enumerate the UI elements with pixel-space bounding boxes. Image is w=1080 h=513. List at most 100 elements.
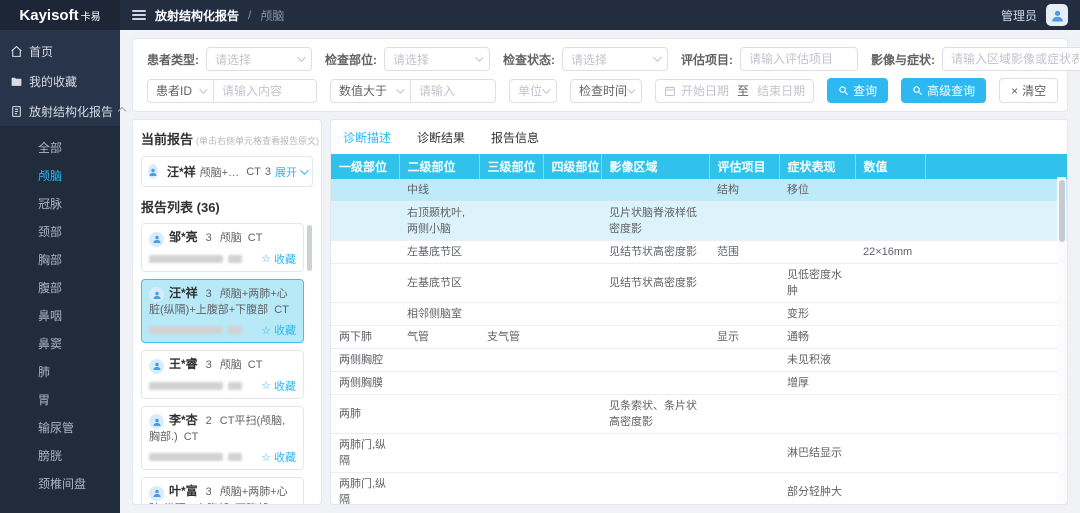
filter-select-0[interactable]: 请选择 (206, 47, 312, 71)
table-cell[interactable] (399, 372, 479, 395)
breadcrumb-root[interactable]: 放射结构化报告 (155, 7, 239, 24)
table-cell[interactable] (601, 179, 709, 202)
table-cell[interactable] (543, 372, 601, 395)
value-input[interactable] (419, 84, 487, 98)
sidebar-subitem-11[interactable]: 膀胱 (0, 442, 120, 470)
table-cell[interactable]: 移位 (779, 179, 855, 202)
table-cell[interactable] (331, 264, 399, 303)
table-cell[interactable] (479, 241, 543, 264)
report-list-item[interactable]: 汪*祥3颅脑+两肺+心脏(纵隔)+上腹部+下腹部CT☆收藏 (141, 279, 304, 344)
table-cell[interactable] (479, 264, 543, 303)
table-cell[interactable] (601, 473, 709, 505)
table-row[interactable]: 两肺见条索状、条片状高密度影 (331, 395, 1067, 434)
table-cell[interactable] (399, 395, 479, 434)
favorite-button[interactable]: ☆收藏 (261, 251, 296, 267)
table-cell[interactable] (331, 202, 399, 241)
table-cell[interactable]: 结构 (709, 179, 779, 202)
table-cell[interactable] (601, 434, 709, 473)
table-cell[interactable]: 两肺门,纵隔 (331, 434, 399, 473)
table-row[interactable]: 两肺门,纵隔 淋巴结显示 (331, 434, 1067, 473)
advanced-search-button[interactable]: 高级查询 (901, 78, 986, 103)
table-row[interactable]: 两侧胸膜增厚 (331, 372, 1067, 395)
table-cell[interactable] (543, 202, 601, 241)
table-cell[interactable]: 增厚 (779, 372, 855, 395)
table-cell[interactable] (855, 434, 925, 473)
table-cell[interactable]: 支气管 (479, 326, 543, 349)
user-avatar[interactable] (1046, 4, 1068, 26)
table-cell[interactable] (479, 434, 543, 473)
table-cell[interactable] (855, 303, 925, 326)
table-cell[interactable] (479, 179, 543, 202)
filter-input-3[interactable] (749, 52, 849, 66)
patient-id-input[interactable] (222, 84, 308, 98)
unit-select[interactable]: 单位 (509, 79, 557, 103)
table-cell[interactable] (479, 473, 543, 505)
table-cell[interactable]: 淋巴结显示 (779, 434, 855, 473)
table-row[interactable]: 左基底节区见结节状高密度影见低密度水肿 (331, 264, 1067, 303)
table-cell[interactable] (709, 434, 779, 473)
table-cell[interactable]: 见结节状高密度影 (601, 264, 709, 303)
table-cell[interactable] (709, 349, 779, 372)
table-cell[interactable] (855, 349, 925, 372)
table-cell[interactable]: 通畅 (779, 326, 855, 349)
value-compare-select[interactable]: 数值大于 (331, 80, 411, 102)
report-list-item[interactable]: 李*杏2CT平扫(颅脑,胸部.)CT☆收藏 (141, 406, 304, 471)
table-cell[interactable] (855, 202, 925, 241)
favorite-button[interactable]: ☆收藏 (261, 322, 296, 338)
date-range-picker[interactable]: 开始日期 至 结束日期 (655, 79, 814, 103)
table-cell[interactable] (543, 179, 601, 202)
filter-select-1[interactable]: 请选择 (384, 47, 490, 71)
table-row[interactable]: 相邻侧脑室变形 (331, 303, 1067, 326)
table-cell[interactable] (709, 395, 779, 434)
filter-select-2[interactable]: 请选择 (562, 47, 668, 71)
table-cell[interactable] (479, 372, 543, 395)
favorite-button[interactable]: ☆收藏 (261, 378, 296, 394)
table-cell[interactable] (855, 395, 925, 434)
table-cell[interactable]: 见片状脑脊液样低密度影 (601, 202, 709, 241)
sidebar-subitem-12[interactable]: 颈椎间盘 (0, 470, 120, 498)
table-cell[interactable] (709, 372, 779, 395)
sidebar-subitem-0[interactable]: 全部 (0, 134, 120, 162)
tab-0[interactable]: 诊断描述 (343, 129, 391, 146)
scrollbar-thumb[interactable] (307, 225, 312, 271)
tab-1[interactable]: 诊断结果 (417, 129, 465, 146)
table-row[interactable]: 两下肺气管支气管显示通畅 (331, 326, 1067, 349)
table-cell[interactable]: 范围 (709, 241, 779, 264)
table-cell[interactable]: 相邻侧脑室 (399, 303, 479, 326)
table-cell[interactable]: 气管 (399, 326, 479, 349)
table-cell[interactable] (399, 434, 479, 473)
table-cell[interactable] (601, 303, 709, 326)
favorite-button[interactable]: ☆收藏 (261, 449, 296, 465)
table-row[interactable]: 左基底节区见结节状高密度影范围22×16mm (331, 241, 1067, 264)
table-cell[interactable]: 部分轻肿大 (779, 473, 855, 505)
table-cell[interactable] (709, 303, 779, 326)
table-cell[interactable] (855, 473, 925, 505)
table-cell[interactable] (601, 372, 709, 395)
app-logo[interactable]: Kayisoft 卡易 (0, 0, 120, 30)
table-cell[interactable] (543, 349, 601, 372)
table-cell[interactable] (709, 202, 779, 241)
table-cell[interactable]: 22×16mm (855, 241, 925, 264)
table-cell[interactable] (543, 326, 601, 349)
table-cell[interactable] (709, 473, 779, 505)
report-list-item[interactable]: 王*睿3颅脑CT☆收藏 (141, 350, 304, 399)
table-cell[interactable] (479, 395, 543, 434)
table-cell[interactable] (543, 303, 601, 326)
table-cell[interactable] (543, 241, 601, 264)
table-cell[interactable] (779, 395, 855, 434)
sidebar-subitem-8[interactable]: 肺 (0, 358, 120, 386)
sidebar-subitem-1[interactable]: 颅脑 (0, 162, 120, 190)
table-cell[interactable] (331, 179, 399, 202)
sidebar-item-home[interactable]: 首页 (0, 36, 120, 66)
table-cell[interactable] (779, 241, 855, 264)
sidebar-subitem-4[interactable]: 胸部 (0, 246, 120, 274)
table-cell[interactable] (331, 303, 399, 326)
table-row[interactable]: 右顶颞枕叶,两侧小脑见片状脑脊液样低密度影 (331, 202, 1067, 241)
scrollbar-thumb[interactable] (1059, 180, 1065, 242)
sidebar-subitem-3[interactable]: 颈部 (0, 218, 120, 246)
table-cell[interactable]: 两肺门,纵隔 (331, 473, 399, 505)
current-report-card[interactable]: 汪*祥 颅脑+两肺+心... CT 3 展开 (141, 156, 313, 187)
table-cell[interactable]: 见结节状高密度影 (601, 241, 709, 264)
sidebar-item-structured-report[interactable]: 放射结构化报告 (0, 96, 120, 126)
table-cell[interactable] (855, 179, 925, 202)
